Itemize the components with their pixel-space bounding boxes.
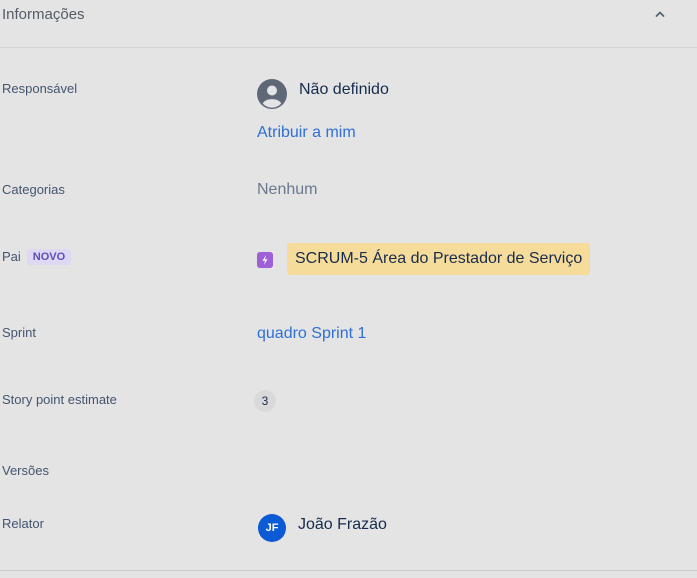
epic-lightning-icon bbox=[257, 252, 273, 268]
chevron-up-icon[interactable] bbox=[652, 6, 668, 22]
assign-to-me-link[interactable]: Atribuir a mim bbox=[257, 124, 356, 142]
sprint-value[interactable]: quadro Sprint 1 bbox=[257, 325, 366, 343]
categories-value[interactable]: Nenhum bbox=[257, 181, 317, 199]
new-badge: NOVO bbox=[26, 249, 72, 265]
reporter-value[interactable]: João Frazão bbox=[298, 516, 387, 534]
categories-label: Categorias bbox=[2, 182, 65, 197]
sprint-label: Sprint bbox=[2, 325, 36, 340]
section-title: Informações bbox=[2, 6, 85, 23]
default-user-avatar-icon bbox=[257, 79, 287, 109]
story-points-label: Story point estimate bbox=[2, 392, 117, 407]
reporter-avatar: JF bbox=[258, 514, 286, 542]
details-panel: Informações Responsável Não definido Atr… bbox=[0, 0, 697, 578]
section-header[interactable]: Informações bbox=[0, 0, 697, 48]
story-points-value[interactable]: 3 bbox=[254, 390, 276, 412]
divider bbox=[0, 570, 697, 571]
parent-issue-link[interactable]: SCRUM-5 Área do Prestador de Serviço bbox=[287, 243, 591, 275]
versions-label: Versões bbox=[2, 463, 49, 478]
assignee-value[interactable]: Não definido bbox=[299, 81, 389, 99]
parent-label: Pai bbox=[2, 249, 21, 264]
reporter-label: Relator bbox=[2, 516, 44, 531]
assignee-label: Responsável bbox=[2, 81, 78, 96]
parent-label-group: Pai NOVO bbox=[2, 249, 72, 265]
